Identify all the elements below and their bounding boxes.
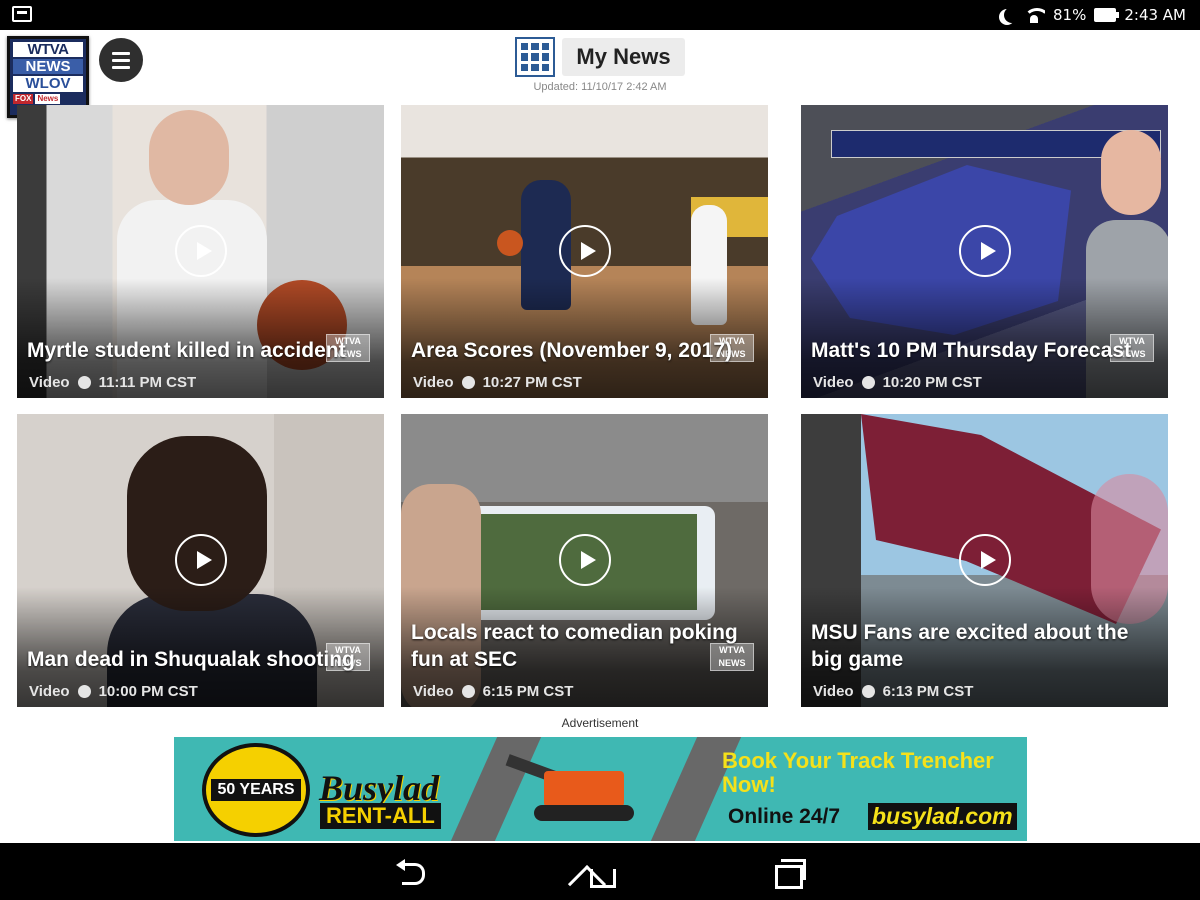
logo-wtva-text: WTVA	[13, 42, 83, 57]
video-card[interactable]: WTVA NEWS Man dead in Shuqualak shooting …	[17, 414, 384, 707]
card-time: 6:13 PM CST	[882, 683, 974, 700]
video-card[interactable]: WTVA NEWS Matt's 10 PM Thursday Forecast …	[801, 105, 1168, 398]
card-meta: Video 10:27 PM CST	[413, 374, 582, 391]
status-bar: 81% 2:43 AM	[0, 0, 1200, 30]
battery-icon	[1094, 8, 1120, 22]
wifi-icon	[1023, 7, 1045, 23]
card-type: Video	[413, 374, 454, 391]
card-type: Video	[813, 683, 854, 700]
card-type: Video	[413, 683, 454, 700]
play-icon[interactable]	[174, 533, 227, 586]
card-type: Video	[29, 374, 70, 391]
video-card[interactable]: WTVA NEWS Area Scores (November 9, 2017) …	[401, 105, 768, 398]
navigation-bar	[0, 843, 1200, 900]
grid-view-icon[interactable]	[515, 37, 555, 77]
clock: 2:43 AM	[1124, 6, 1186, 24]
separator-dot-icon	[77, 376, 91, 389]
card-meta: Video 6:15 PM CST	[413, 683, 573, 700]
card-time: 11:11 PM CST	[98, 374, 197, 391]
play-icon[interactable]	[958, 533, 1011, 586]
section-title-button[interactable]: My News	[562, 38, 685, 76]
play-icon[interactable]	[174, 224, 227, 277]
advertisement-banner[interactable]: 50 YEARS Busylad RENT-ALL Book Your Trac…	[174, 737, 1027, 841]
card-meta: Video 10:20 PM CST	[813, 374, 982, 391]
card-type: Video	[813, 374, 854, 391]
separator-dot-icon	[461, 685, 475, 698]
ad-badge-text: 50 YEARS	[211, 779, 301, 801]
meteorologist-face-graphic	[1101, 130, 1161, 215]
menu-button[interactable]	[99, 38, 143, 82]
card-type: Video	[29, 683, 70, 700]
basketball-graphic	[497, 230, 523, 256]
card-meta: Video 11:11 PM CST	[29, 374, 196, 391]
video-card[interactable]: WTVA NEWS Locals react to comedian poking…	[401, 414, 768, 707]
video-card[interactable]: MSU Fans are excited about the big game …	[801, 414, 1168, 707]
card-title: MSU Fans are excited about the big game	[811, 621, 1129, 671]
card-title: Man dead in Shuqualak shooting	[27, 648, 355, 671]
hamburger-icon-bar	[112, 65, 130, 69]
separator-dot-icon	[861, 685, 875, 698]
separator-dot-icon	[461, 376, 475, 389]
logo-fox-news: FOX News	[13, 94, 83, 104]
separator-dot-icon	[77, 685, 91, 698]
play-icon[interactable]	[958, 224, 1011, 277]
card-time: 10:20 PM CST	[882, 374, 982, 391]
updated-timestamp: Updated: 11/10/17 2:42 AM	[533, 81, 667, 93]
separator-dot-icon	[861, 376, 875, 389]
battery-percent: 81%	[1053, 6, 1087, 24]
card-title: Matt's 10 PM Thursday Forecast	[811, 339, 1132, 362]
card-meta: Video 10:00 PM CST	[29, 683, 198, 700]
card-title: Locals react to comedian poking fun at S…	[411, 621, 738, 671]
hamburger-icon-bar	[112, 51, 130, 55]
ad-online-text: Online 24/7	[728, 805, 841, 828]
logo-fox-news-text: News	[35, 94, 61, 104]
back-icon[interactable]	[396, 859, 426, 885]
ad-rent-all: RENT-ALL	[320, 803, 441, 829]
notification-icon	[12, 6, 32, 22]
logo-fox-text: FOX	[13, 94, 34, 104]
card-title: Area Scores (November 9, 2017)	[411, 339, 732, 362]
card-time: 10:27 PM CST	[482, 374, 582, 391]
player-face-graphic	[149, 110, 229, 205]
recent-apps-icon[interactable]	[775, 859, 806, 889]
ad-url: busylad.com	[868, 803, 1017, 830]
play-icon[interactable]	[558, 533, 611, 586]
logo-news-text: NEWS	[13, 59, 83, 74]
card-time: 10:00 PM CST	[98, 683, 198, 700]
trencher-machine-icon	[505, 754, 654, 827]
hamburger-icon-bar	[112, 58, 130, 62]
advertisement-label: Advertisement	[561, 716, 639, 730]
play-icon[interactable]	[558, 224, 611, 277]
card-meta: Video 6:13 PM CST	[813, 683, 973, 700]
ad-headline: Book Your Track Trencher Now!	[722, 748, 994, 797]
anniversary-badge-icon: 50 YEARS	[202, 743, 310, 837]
moon-icon	[1004, 7, 1020, 23]
status-icons: 81% 2:43 AM	[999, 0, 1186, 30]
video-card[interactable]: WTVA NEWS Myrtle student killed in accide…	[17, 105, 384, 398]
logo-wlov-text: WLOV	[13, 76, 83, 92]
card-time: 6:15 PM CST	[482, 683, 574, 700]
home-icon[interactable]	[584, 857, 616, 888]
card-title: Myrtle student killed in accident	[27, 339, 346, 362]
